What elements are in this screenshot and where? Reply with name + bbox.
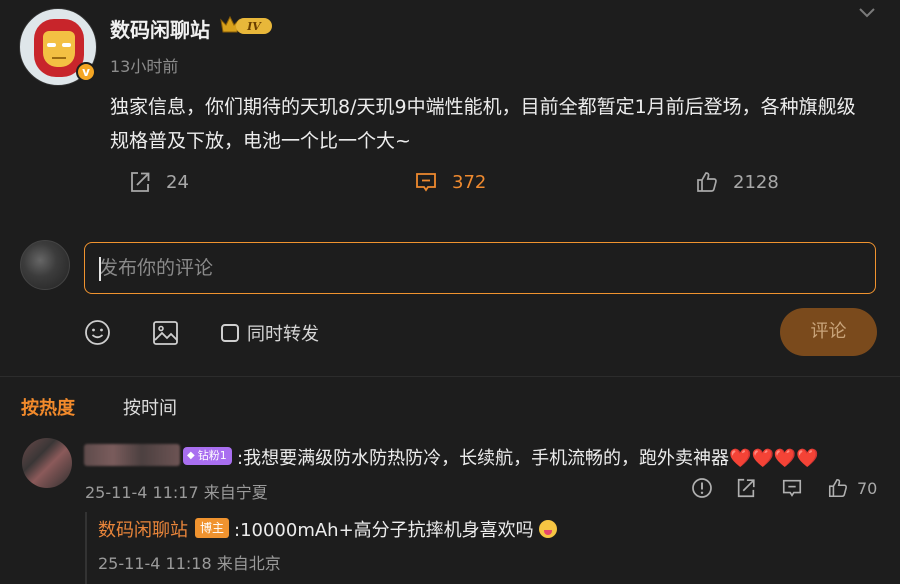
divider (0, 376, 900, 377)
comment-meta: 25-11-4 11:17 来自宁夏 (85, 483, 268, 502)
comment-share-icon[interactable] (735, 477, 757, 503)
reply-icon[interactable] (781, 477, 803, 503)
heart-emojis: ❤️❤️❤️❤️ (729, 448, 819, 469)
repost-toggle[interactable]: 同时转发 (221, 320, 319, 346)
fan-badge-label: 钻粉1 (197, 449, 227, 462)
comment-icon (416, 173, 436, 192)
repost-checkbox[interactable] (221, 324, 239, 342)
like-icon (828, 478, 848, 498)
like-button[interactable]: 2128 (695, 170, 779, 194)
repost-label: 同时转发 (247, 324, 319, 345)
share-icon (131, 172, 150, 192)
tab-sort-time[interactable]: 按时间 (123, 394, 177, 420)
share-button[interactable]: 24 (128, 170, 189, 194)
tab-sort-hot[interactable]: 按热度 (21, 394, 75, 420)
comment-input[interactable] (99, 243, 859, 293)
share-count: 24 (166, 171, 189, 193)
submit-comment-button[interactable]: 评论 (780, 308, 877, 356)
level-text: IV (246, 20, 262, 33)
diamond-icon: ◆ (187, 450, 195, 461)
like-icon (697, 172, 717, 192)
comment-like-count: 70 (857, 478, 878, 498)
fan-badge: ◆ 钻粉1 (183, 447, 232, 465)
reply-body: :10000mAh+高分子抗摔机身喜欢吗 (234, 520, 534, 541)
tongue-face-emoji-icon (539, 520, 558, 538)
comment-body: :我想要满级防水防热防冷，长续航，手机流畅的，跑外卖神器 (237, 448, 730, 469)
like-count: 2128 (733, 171, 779, 193)
blogger-badge: 博主 (195, 518, 230, 538)
emoji-icon[interactable] (84, 319, 111, 350)
verified-badge-icon: v (76, 62, 96, 82)
reply-author[interactable]: 数码闲聊站 (98, 516, 188, 542)
post-body: 独家信息，你们期待的天玑8/天玑9中端性能机，目前全都暂定1月前后登场，各种旗舰… (110, 96, 856, 152)
commenter-name-blurred[interactable] (84, 444, 180, 466)
comment-like-button[interactable]: 70 (827, 477, 877, 499)
comment-count: 372 (452, 171, 487, 193)
comment-text: :我想要满级防水防热防冷，长续航，手机流畅的，跑外卖神器❤️❤️❤️❤️ (237, 444, 819, 470)
current-user-avatar[interactable] (20, 240, 70, 290)
comment-box[interactable] (84, 242, 876, 294)
commenter-avatar[interactable] (22, 438, 72, 488)
more-icon[interactable] (691, 477, 713, 503)
image-icon[interactable] (152, 320, 179, 350)
text-caret (99, 257, 101, 281)
post-time[interactable]: 13小时前 (110, 53, 178, 77)
chevron-down-icon[interactable] (858, 4, 876, 25)
reply-meta: 25-11-4 11:18 来自北京 (98, 554, 281, 573)
reply-thread-line (85, 512, 87, 584)
level-badge: IV (218, 14, 274, 36)
reply-text: :10000mAh+高分子抗摔机身喜欢吗 (234, 516, 558, 542)
author-name[interactable]: 数码闲聊站 (110, 14, 210, 43)
comment-button[interactable]: 372 (414, 170, 486, 194)
